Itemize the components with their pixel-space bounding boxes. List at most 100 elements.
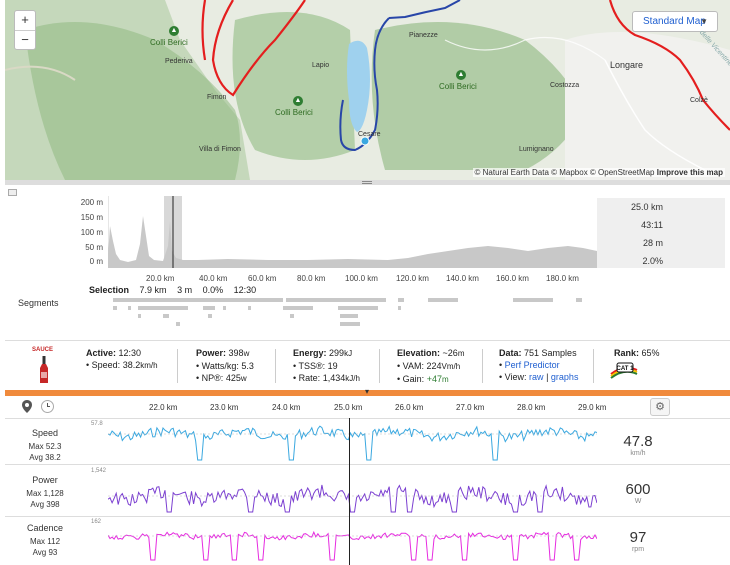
power-scale-top: 1,542	[91, 468, 107, 474]
map-label-villa-fimon: Villa di Fimon	[199, 146, 241, 153]
speed-unit: km/h	[140, 361, 158, 370]
power-row-label: Power Max 1,128 Avg 398	[5, 475, 85, 510]
map-label-fimon: Fimon	[207, 94, 227, 101]
elev-x-tick: 60.0 km	[248, 274, 277, 283]
np-value: 425	[225, 373, 241, 383]
map-view[interactable]: + − Standard Map ▼ ▲ Colli Berici Pederi…	[5, 0, 730, 180]
selection-time: 12:30	[233, 285, 257, 295]
map-canvas[interactable]	[5, 0, 730, 180]
stat-elevation: 28 m	[642, 238, 663, 248]
gain-label: Gain:	[402, 374, 425, 384]
row-divider	[5, 464, 730, 465]
zoom-in-button[interactable]: +	[15, 11, 35, 30]
energy-label: Energy:	[293, 348, 327, 358]
stat-distance: 25.0 km	[630, 202, 663, 212]
cadence-current-value: 97	[629, 529, 647, 546]
power-avg: 398	[46, 500, 60, 509]
sauce-bottle-icon	[40, 356, 48, 383]
map-style-label: Standard Map	[643, 16, 706, 27]
power-graph[interactable]	[108, 466, 597, 516]
graph-x-tick: 28.0 km	[517, 403, 546, 412]
sauce-info-bar: SAUCE Active: 12:30 • Speed: 38.2km/h Po…	[5, 340, 730, 390]
elev-x-tick: 80.0 km	[297, 274, 326, 283]
active-label: Active:	[86, 348, 117, 358]
map-label-cesare: Cesare	[358, 131, 381, 138]
graph-x-tick: 29.0 km	[578, 403, 607, 412]
graph-settings-gear-icon[interactable]: ⚙	[650, 398, 670, 416]
segments-chart[interactable]	[108, 296, 597, 336]
elev-x-tick: 100.0 km	[345, 274, 378, 283]
graph-x-tick: 24.0 km	[272, 403, 301, 412]
perf-predictor-link[interactable]: Perf Predictor	[505, 360, 560, 370]
data-value: 751 Samples	[524, 348, 577, 358]
elevation-label: Elevation:	[397, 348, 441, 358]
speed-graph[interactable]	[108, 420, 597, 464]
park-icon: ▲	[169, 26, 179, 36]
energy-column: Energy: 299kJ • TSS®: 19 • Rate: 1,434kJ…	[293, 348, 360, 383]
power-current: 600 W	[597, 481, 679, 505]
cadence-max: 112	[47, 537, 61, 546]
map-label-pederiva: Pederiva	[165, 58, 193, 65]
power-title: Power	[32, 475, 58, 485]
energy-value: 299	[329, 348, 345, 358]
data-label: Data:	[499, 348, 522, 358]
cadence-title: Cadence	[26, 523, 64, 533]
map-resize-handle[interactable]	[5, 180, 730, 185]
info-separator	[379, 349, 380, 383]
location-pin-icon[interactable]	[20, 400, 34, 414]
zoom-out-button[interactable]: −	[15, 30, 35, 49]
park-icon: ▲	[293, 96, 303, 106]
speed-max: 52.3	[45, 442, 62, 451]
speed-current-value: 47.8	[623, 433, 653, 450]
clock-icon[interactable]	[41, 400, 54, 413]
rank-badge-text: CAT 1	[617, 366, 635, 372]
speed-current: 47.8 km/h	[597, 433, 679, 457]
graph-cursor-line	[349, 418, 350, 565]
map-label-colli-berici: Colli Berici	[150, 38, 188, 47]
elevation-value: ~26	[442, 348, 458, 358]
rate-label: Rate:	[298, 373, 321, 383]
elevation-unit: m	[457, 349, 465, 358]
cadence-current-unit: rpm	[631, 546, 645, 553]
segments-label: Segments	[18, 298, 59, 308]
stat-time: 43:11	[641, 220, 663, 230]
power-label: Power:	[196, 348, 227, 358]
rank-badge-icon[interactable]: CAT 1	[609, 360, 639, 380]
graphs-resize-handle[interactable]: ▾	[5, 387, 730, 396]
cadence-current: 97 rpm	[597, 529, 679, 553]
power-max: 1,128	[43, 489, 64, 498]
vam-value: 224	[426, 361, 442, 371]
cadence-graph[interactable]	[108, 518, 597, 564]
tss-label: TSS®:	[298, 361, 326, 371]
rate-unit: kJ/h	[345, 374, 360, 383]
elev-x-tick: 160.0 km	[496, 274, 529, 283]
rank-label: Rank:	[614, 348, 640, 358]
map-label-pianezze: Pianezze	[409, 32, 438, 39]
np-label: NP®:	[201, 373, 224, 383]
tss-value: 19	[327, 361, 338, 371]
cadence-scale-top: 162	[91, 519, 102, 525]
view-raw-link[interactable]: raw	[529, 372, 544, 382]
np-unit: w	[240, 374, 247, 383]
graph-x-tick: 23.0 km	[210, 403, 239, 412]
power-current-value: 600	[625, 481, 651, 498]
elevation-chart[interactable]	[108, 196, 597, 268]
map-label-colli-berici: Colli Berici	[275, 108, 313, 117]
speed-avg-label: Avg	[29, 453, 43, 462]
map-label-lumignano: Lumignano	[519, 146, 554, 153]
view-separator: |	[546, 372, 549, 382]
cadence-avg-label: Avg	[32, 548, 47, 557]
active-column: Active: 12:30 • Speed: 38.2km/h	[86, 348, 158, 370]
improve-map-link[interactable]: Improve this map	[657, 168, 723, 177]
view-label: View:	[504, 372, 527, 382]
power-value: 398	[228, 348, 244, 358]
elev-y-tick: 100 m	[80, 228, 103, 237]
view-graphs-link[interactable]: graphs	[551, 372, 579, 382]
map-style-select[interactable]: Standard Map ▼	[632, 11, 718, 32]
speed-max-label: Max	[28, 442, 44, 451]
data-column: Data: 751 Samples • Perf Predictor • Vie…	[499, 348, 579, 382]
elevation-toggle-icon[interactable]	[8, 189, 17, 196]
graph-x-tick: 27.0 km	[456, 403, 485, 412]
selection-label: Selection	[89, 285, 130, 295]
map-label-costozza: Costozza	[550, 82, 580, 89]
